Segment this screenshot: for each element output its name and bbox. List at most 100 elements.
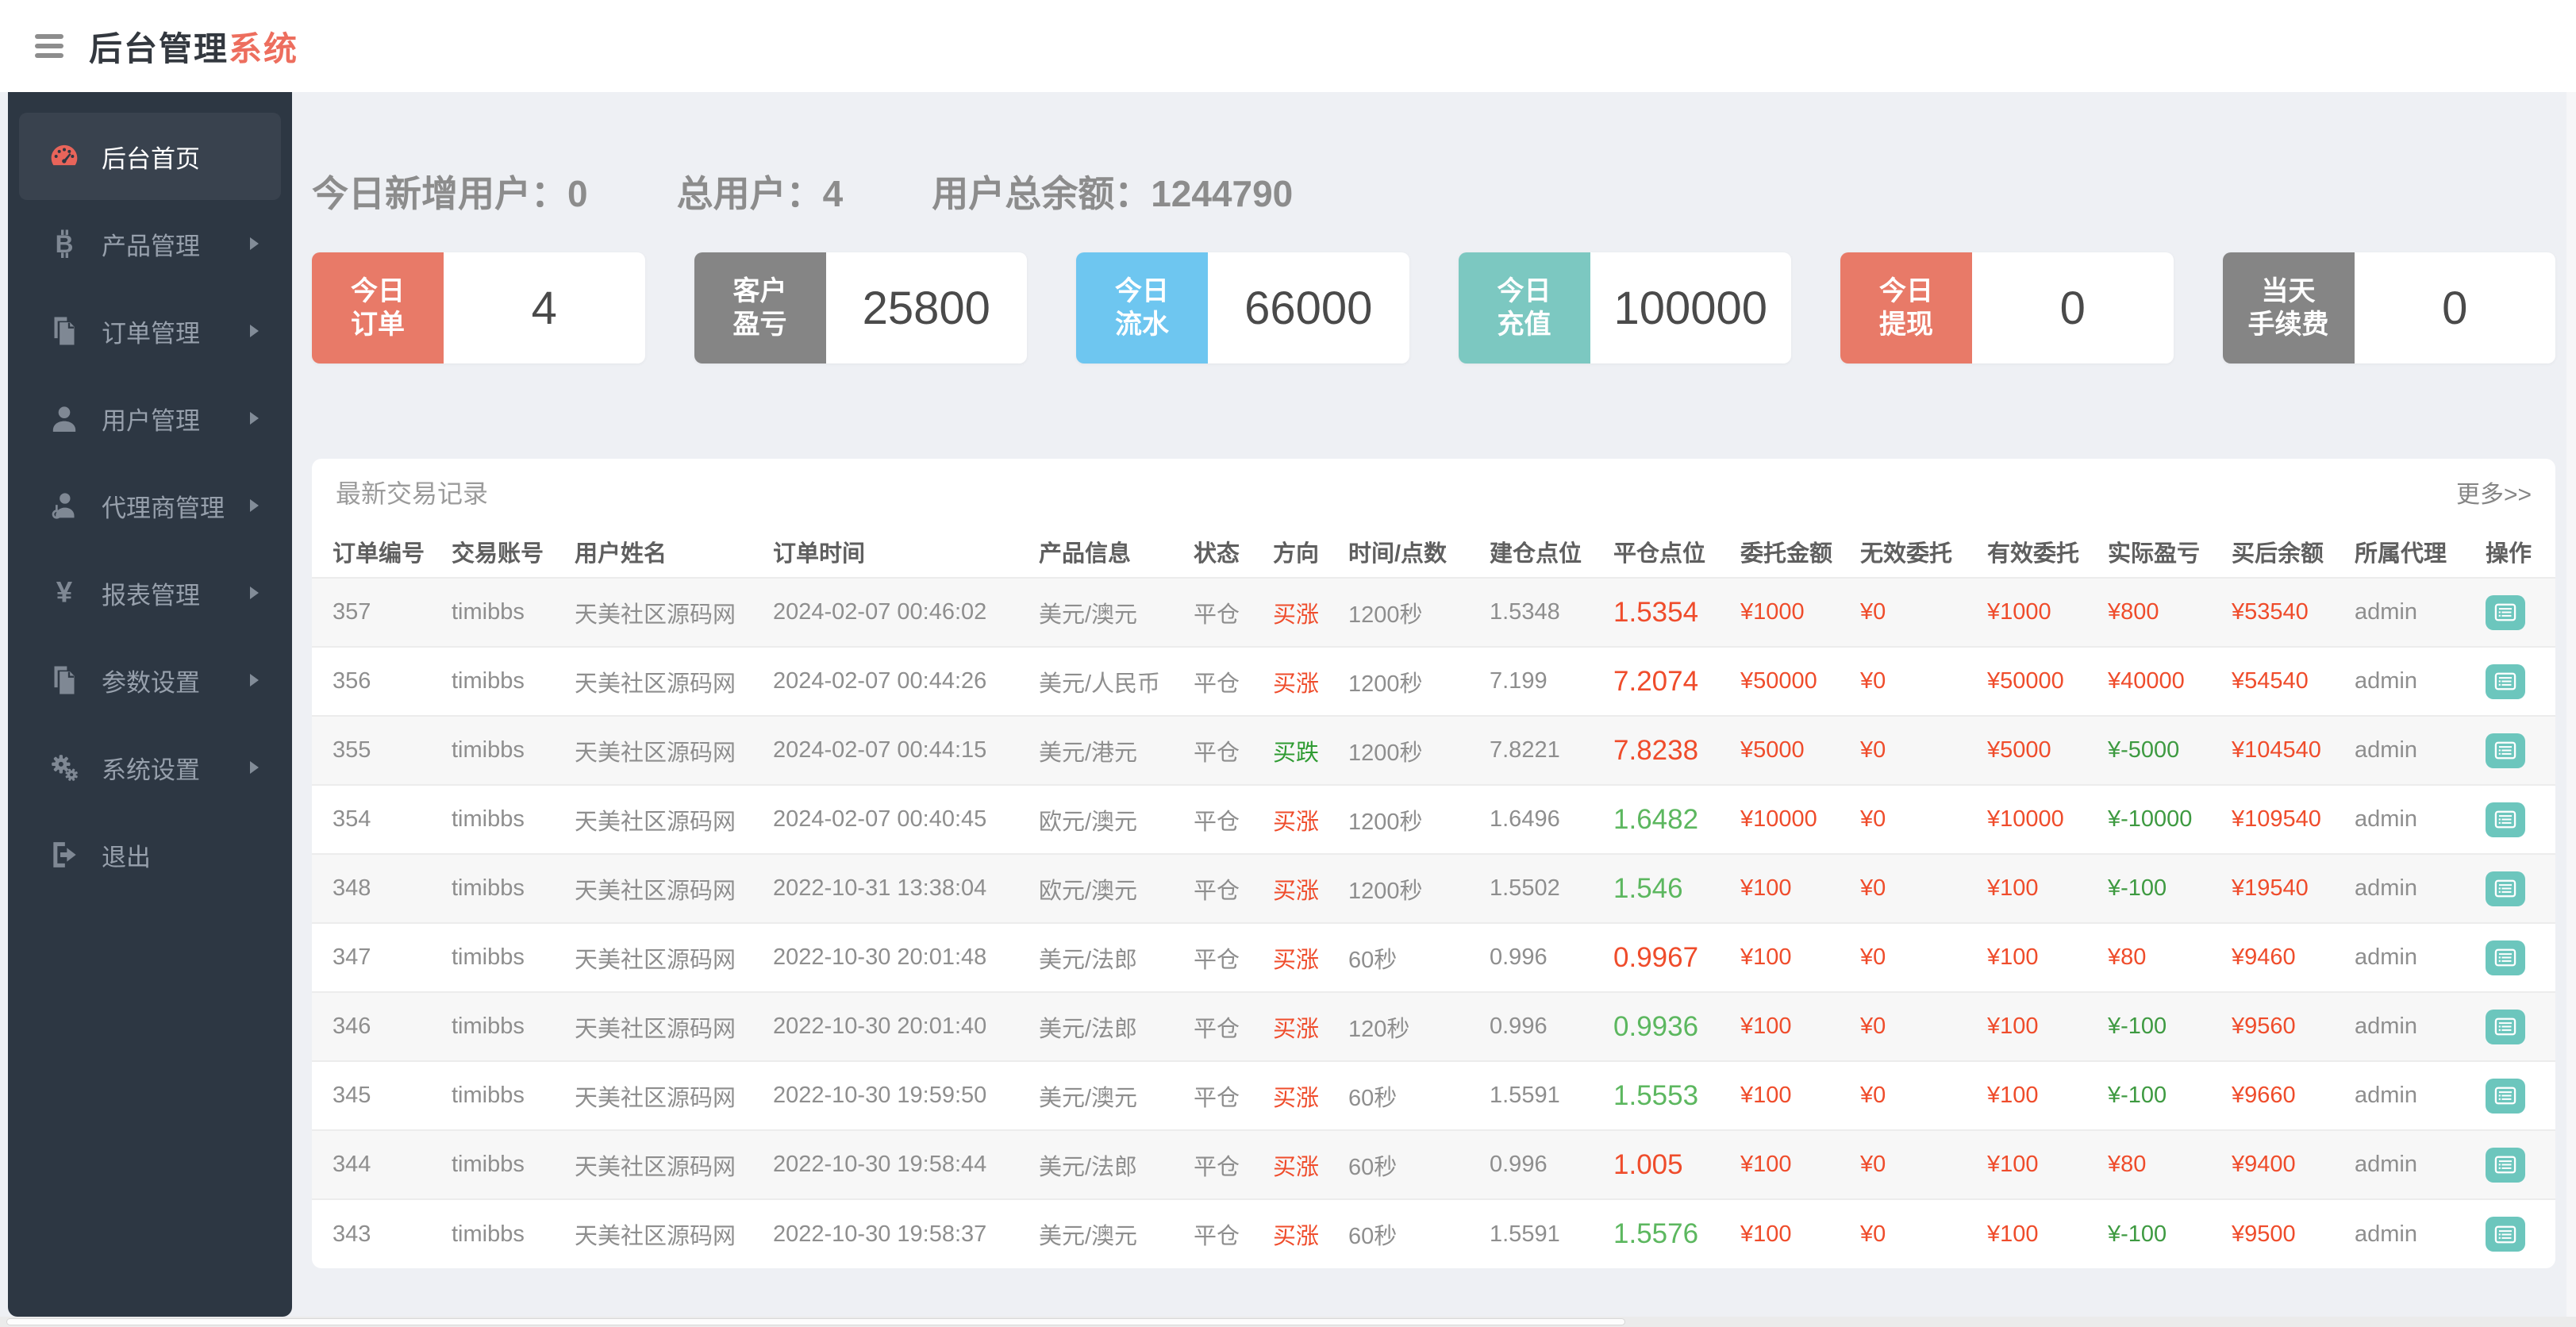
column-header-买后余额: 买后余额 xyxy=(2232,540,2324,567)
cell-open-point: 1.5591 xyxy=(1490,1221,1560,1247)
sidebar-item-订单管理[interactable]: 订单管理 xyxy=(19,287,281,375)
cell-order-time: 2022-10-31 13:38:04 xyxy=(773,875,987,901)
cell-invalid-amount: ¥0 xyxy=(1860,806,1886,832)
sidebar-item-系统设置[interactable]: 系统设置 xyxy=(19,724,281,811)
table-row-357: 357 timibbs 天美社区源码网 2024-02-07 00:46:02 美元/澳… xyxy=(312,578,2555,647)
column-header-建仓点位: 建仓点位 xyxy=(1490,540,1582,567)
column-header-所属代理: 所属代理 xyxy=(2355,540,2447,567)
summary-card-value: 100000 xyxy=(1590,252,1791,363)
cell-order-id: 356 xyxy=(333,668,371,694)
cell-order-time: 2024-02-07 00:44:26 xyxy=(773,668,987,694)
sidebar-item-退出[interactable]: 退出 xyxy=(19,811,281,898)
panel-title: 最新交易记录 xyxy=(336,479,489,508)
detail-button[interactable] xyxy=(2486,1078,2525,1114)
cell-profit: ¥-10000 xyxy=(2108,806,2193,832)
cell-open-point: 0.996 xyxy=(1490,1152,1548,1177)
cell-order-id: 343 xyxy=(333,1221,371,1247)
top-header-bar: 后台管理系统 xyxy=(0,0,2576,92)
stat-item: 总用户：4 xyxy=(677,165,844,217)
detail-button[interactable] xyxy=(2486,802,2525,837)
detail-button[interactable] xyxy=(2486,594,2525,630)
sidebar-item-label: 后台首页 xyxy=(102,144,200,173)
sidebar-item-后台首页[interactable]: 后台首页 xyxy=(19,113,281,200)
cell-amount: ¥100 xyxy=(1740,944,1792,970)
cell-order-time: 2024-02-07 00:44:15 xyxy=(773,737,987,763)
cell-order-id: 357 xyxy=(333,599,371,625)
cell-invalid-amount: ¥0 xyxy=(1860,1221,1886,1247)
cell-open-point: 1.6496 xyxy=(1490,806,1560,832)
sidebar-item-label: 退出 xyxy=(102,843,151,871)
cell-product: 美元/法郎 xyxy=(1039,1016,1138,1042)
cell-account: timibbs xyxy=(452,1152,525,1177)
hamburger-menu-icon[interactable] xyxy=(35,29,67,63)
latest-trades-panel: 最新交易记录 更多>> 订单编号 交易账号 用户姓名 订单时间 产品信息 状态 方向 时间/点… xyxy=(312,459,2555,1268)
stat-label: 今日新增用户： xyxy=(312,173,567,214)
detail-button[interactable] xyxy=(2486,940,2525,975)
cell-agent: admin xyxy=(2355,875,2417,901)
sidebar-item-代理商管理[interactable]: 代理商管理 xyxy=(19,462,281,549)
cell-direction: 买涨 xyxy=(1273,878,1320,904)
yen-icon: ¥ xyxy=(48,576,81,610)
cell-valid-amount: ¥5000 xyxy=(1987,737,2051,763)
cell-valid-amount: ¥50000 xyxy=(1987,668,2064,694)
vertical-scrollbar-track[interactable] xyxy=(2566,92,2576,1317)
detail-button[interactable] xyxy=(2486,733,2525,768)
sidebar-item-产品管理[interactable]: B 产品管理 xyxy=(19,200,281,287)
cell-order-id: 347 xyxy=(333,944,371,970)
cell-user-name: 天美社区源码网 xyxy=(575,1085,736,1111)
cell-agent: admin xyxy=(2355,599,2417,625)
stat-item: 用户总余额：1244790 xyxy=(932,165,1293,217)
more-link[interactable]: 更多>> xyxy=(2456,475,2532,510)
cell-status: 平仓 xyxy=(1194,740,1240,766)
horizontal-scrollbar-thumb[interactable] xyxy=(6,1318,1625,1325)
cell-agent: admin xyxy=(2355,1152,2417,1177)
horizontal-scrollbar-track[interactable] xyxy=(0,1317,2576,1327)
cell-direction: 买涨 xyxy=(1273,1085,1320,1111)
column-header-产品信息: 产品信息 xyxy=(1039,540,1132,567)
cell-user-name: 天美社区源码网 xyxy=(575,947,736,973)
chevron-right-icon xyxy=(250,237,259,250)
stats-row: 今日新增用户：0 总用户：4 用户总余额：1244790 xyxy=(312,92,2555,217)
chevron-right-icon xyxy=(250,499,259,512)
cell-agent: admin xyxy=(2355,668,2417,694)
cell-status: 平仓 xyxy=(1194,602,1240,628)
cell-valid-amount: ¥100 xyxy=(1987,944,2039,970)
cell-valid-amount: ¥100 xyxy=(1987,1152,2039,1177)
summary-card-label: 当天 手续费 xyxy=(2222,252,2355,363)
summary-cards-row: 今日 订单 4 客户 盈亏 25800 今日 流水 66000 今日 充值 100000… xyxy=(312,252,2555,363)
cell-duration: 1200秒 xyxy=(1348,809,1423,835)
cell-agent: admin xyxy=(2355,1014,2417,1039)
cell-invalid-amount: ¥0 xyxy=(1860,668,1886,694)
cell-amount: ¥100 xyxy=(1740,1014,1792,1039)
cell-actions xyxy=(2465,1061,2555,1130)
summary-card: 今日 流水 66000 xyxy=(1076,252,1409,363)
cell-direction: 买涨 xyxy=(1273,671,1320,697)
detail-button[interactable] xyxy=(2486,1147,2525,1183)
column-header-操作: 操作 xyxy=(2486,540,2532,567)
cell-profit: ¥-100 xyxy=(2108,1083,2167,1108)
cell-user-name: 天美社区源码网 xyxy=(575,1016,736,1042)
cell-profit: ¥40000 xyxy=(2108,668,2185,694)
cell-order-id: 345 xyxy=(333,1083,371,1108)
chevron-right-icon xyxy=(250,325,259,337)
cell-close-point: 0.9936 xyxy=(1613,1010,1699,1042)
cell-product: 欧元/澳元 xyxy=(1039,878,1138,904)
sidebar-item-参数设置[interactable]: 参数设置 xyxy=(19,637,281,724)
cell-actions xyxy=(2465,923,2555,992)
cell-order-time: 2022-10-30 20:01:40 xyxy=(773,1014,987,1039)
cell-actions xyxy=(2465,578,2555,647)
cell-order-time: 2024-02-07 00:40:45 xyxy=(773,806,987,832)
detail-button[interactable] xyxy=(2486,871,2525,906)
cell-duration: 1200秒 xyxy=(1348,740,1423,766)
column-header-有效委托: 有效委托 xyxy=(1987,540,2080,567)
sidebar-item-报表管理[interactable]: ¥ 报表管理 xyxy=(19,549,281,637)
cell-order-id: 354 xyxy=(333,806,371,832)
cell-status: 平仓 xyxy=(1194,671,1240,697)
sidebar-item-label: 系统设置 xyxy=(102,756,200,784)
sidebar-item-用户管理[interactable]: 用户管理 xyxy=(19,375,281,462)
user-icon xyxy=(48,402,81,435)
detail-button[interactable] xyxy=(2486,1009,2525,1044)
cell-profit: ¥800 xyxy=(2108,599,2159,625)
detail-button[interactable] xyxy=(2486,1217,2525,1252)
detail-button[interactable] xyxy=(2486,664,2525,699)
